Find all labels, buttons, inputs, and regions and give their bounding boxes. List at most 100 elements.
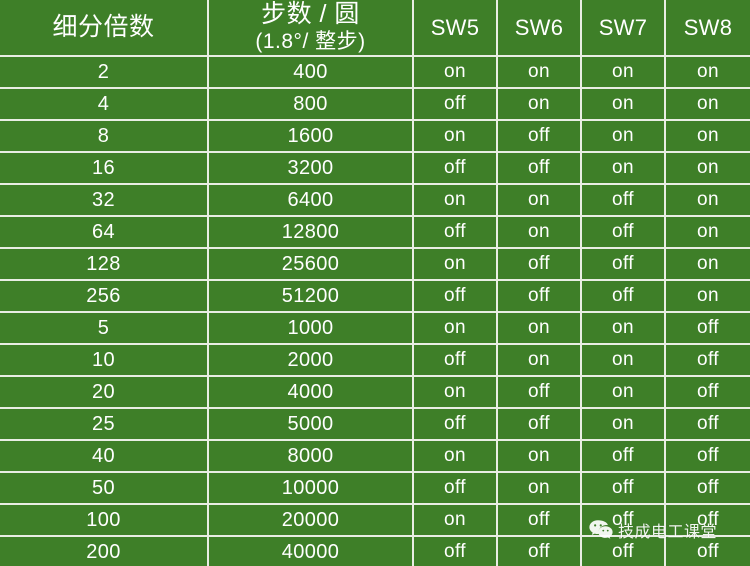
cell-steps: 25600 xyxy=(209,249,414,281)
cell-ratio: 200 xyxy=(0,537,209,566)
microstep-dip-switch-table: 细分倍数 步数 / 圆 (1.8°/ 整步) SW5 SW6 SW7 SW8 2… xyxy=(0,0,750,566)
cell-sw8: off xyxy=(666,441,750,473)
table-row: 20 4000 on off on off xyxy=(0,377,750,409)
cell-ratio: 256 xyxy=(0,281,209,313)
cell-steps: 20000 xyxy=(209,505,414,537)
cell-ratio: 8 xyxy=(0,121,209,153)
cell-sw7: on xyxy=(582,377,666,409)
cell-steps: 3200 xyxy=(209,153,414,185)
cell-sw7: on xyxy=(582,345,666,377)
cell-ratio: 4 xyxy=(0,89,209,121)
cell-sw6: off xyxy=(498,377,582,409)
cell-sw7: off xyxy=(582,505,666,537)
cell-steps: 1600 xyxy=(209,121,414,153)
cell-ratio: 128 xyxy=(0,249,209,281)
table-row: 2 400 on on on on xyxy=(0,57,750,89)
table-row: 128 25600 on off off on xyxy=(0,249,750,281)
table-row: 50 10000 off on off off xyxy=(0,473,750,505)
cell-ratio: 16 xyxy=(0,153,209,185)
cell-sw7: off xyxy=(582,473,666,505)
cell-sw6: off xyxy=(498,537,582,566)
column-header-steps-line1: 步数 / 圆 xyxy=(261,0,360,29)
cell-sw5: on xyxy=(414,185,498,217)
cell-ratio: 32 xyxy=(0,185,209,217)
cell-sw8: on xyxy=(666,185,750,217)
cell-ratio: 64 xyxy=(0,217,209,249)
cell-ratio: 25 xyxy=(0,409,209,441)
cell-sw5: on xyxy=(414,313,498,345)
cell-sw7: off xyxy=(582,441,666,473)
cell-sw6: on xyxy=(498,345,582,377)
cell-steps: 40000 xyxy=(209,537,414,566)
cell-sw5: off xyxy=(414,409,498,441)
cell-sw8: off xyxy=(666,377,750,409)
cell-sw6: off xyxy=(498,505,582,537)
cell-sw7: on xyxy=(582,313,666,345)
cell-sw5: off xyxy=(414,281,498,313)
cell-steps: 6400 xyxy=(209,185,414,217)
cell-sw5: off xyxy=(414,89,498,121)
table-row: 256 51200 off off off on xyxy=(0,281,750,313)
cell-ratio: 5 xyxy=(0,313,209,345)
column-header-sw6: SW6 xyxy=(498,0,582,57)
cell-sw5: on xyxy=(414,57,498,89)
cell-ratio: 20 xyxy=(0,377,209,409)
cell-sw7: on xyxy=(582,409,666,441)
cell-steps: 400 xyxy=(209,57,414,89)
table-screenshot: 细分倍数 步数 / 圆 (1.8°/ 整步) SW5 SW6 SW7 SW8 2… xyxy=(0,0,750,566)
table-row: 40 8000 on on off off xyxy=(0,441,750,473)
table-row: 5 1000 on on on off xyxy=(0,313,750,345)
cell-ratio: 2 xyxy=(0,57,209,89)
table-row: 4 800 off on on on xyxy=(0,89,750,121)
cell-sw7: on xyxy=(582,121,666,153)
table-row: 64 12800 off on off on xyxy=(0,217,750,249)
cell-sw6: on xyxy=(498,313,582,345)
cell-steps: 8000 xyxy=(209,441,414,473)
cell-sw8: on xyxy=(666,121,750,153)
cell-sw5: off xyxy=(414,153,498,185)
cell-sw5: on xyxy=(414,121,498,153)
column-header-ratio: 细分倍数 xyxy=(0,0,209,57)
cell-steps: 10000 xyxy=(209,473,414,505)
cell-ratio: 10 xyxy=(0,345,209,377)
column-header-ratio-label: 细分倍数 xyxy=(52,12,155,41)
cell-sw7: off xyxy=(582,537,666,566)
column-header-sw8: SW8 xyxy=(666,0,750,57)
cell-sw8: on xyxy=(666,89,750,121)
cell-sw7: off xyxy=(582,249,666,281)
cell-sw5: on xyxy=(414,441,498,473)
cell-steps: 5000 xyxy=(209,409,414,441)
cell-sw5: on xyxy=(414,505,498,537)
table-row: 200 40000 off off off off xyxy=(0,537,750,566)
cell-sw8: off xyxy=(666,313,750,345)
cell-sw5: off xyxy=(414,217,498,249)
cell-sw7: on xyxy=(582,153,666,185)
cell-sw6: off xyxy=(498,249,582,281)
table-row: 100 20000 on off off off xyxy=(0,505,750,537)
cell-sw5: off xyxy=(414,345,498,377)
cell-sw5: off xyxy=(414,473,498,505)
cell-sw6: off xyxy=(498,409,582,441)
cell-sw7: on xyxy=(582,89,666,121)
cell-sw8: on xyxy=(666,217,750,249)
cell-sw8: on xyxy=(666,57,750,89)
cell-sw7: off xyxy=(582,281,666,313)
cell-steps: 51200 xyxy=(209,281,414,313)
cell-steps: 800 xyxy=(209,89,414,121)
cell-sw5: on xyxy=(414,377,498,409)
cell-sw8: on xyxy=(666,153,750,185)
cell-sw6: on xyxy=(498,217,582,249)
cell-sw6: on xyxy=(498,57,582,89)
cell-ratio: 40 xyxy=(0,441,209,473)
column-header-sw5: SW5 xyxy=(414,0,498,57)
cell-sw8: off xyxy=(666,473,750,505)
table-row: 32 6400 on on off on xyxy=(0,185,750,217)
table-row: 8 1600 on off on on xyxy=(0,121,750,153)
column-header-steps-line2: (1.8°/ 整步) xyxy=(255,29,366,53)
cell-sw6: on xyxy=(498,441,582,473)
cell-sw7: off xyxy=(582,217,666,249)
cell-sw6: off xyxy=(498,121,582,153)
cell-steps: 12800 xyxy=(209,217,414,249)
cell-sw5: off xyxy=(414,537,498,566)
table-header: 细分倍数 步数 / 圆 (1.8°/ 整步) SW5 SW6 SW7 SW8 xyxy=(0,0,750,57)
